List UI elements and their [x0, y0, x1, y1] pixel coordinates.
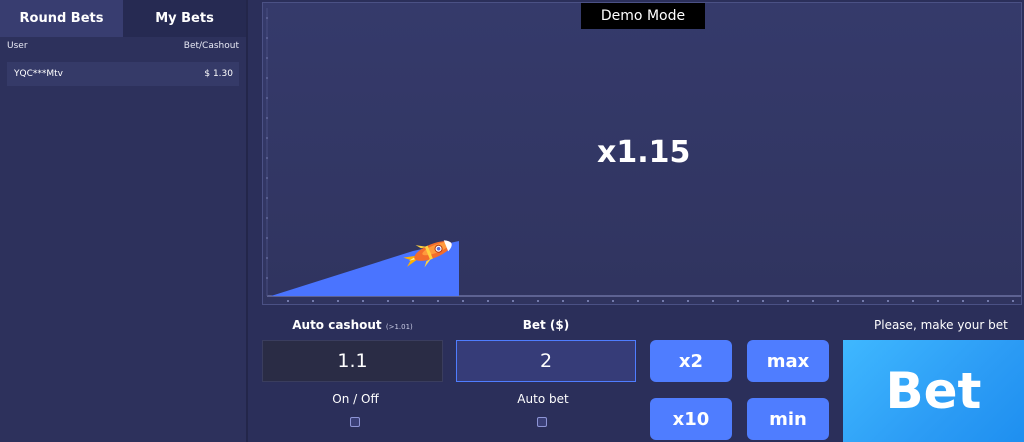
on-off-label: On / Off	[332, 392, 379, 406]
tab-round-bets[interactable]: Round Bets	[0, 0, 123, 37]
bet-row-user: YQC***Mtv	[14, 69, 63, 79]
min-bet-button[interactable]: min	[747, 398, 829, 440]
x10-bet-button[interactable]: x10	[650, 398, 732, 440]
column-bet-cashout: Bet/Cashout	[183, 41, 239, 51]
auto-cashout-hint: (>1.01)	[385, 323, 413, 331]
bets-list-header: User Bet/Cashout	[0, 37, 246, 55]
bet-row-amount: $ 1.30	[204, 69, 233, 79]
auto-cashout-toggle-checkbox[interactable]	[350, 417, 360, 427]
tab-my-bets[interactable]: My Bets	[123, 0, 246, 37]
current-multiplier: x1.15	[597, 135, 691, 170]
place-bet-button[interactable]: Bet	[843, 340, 1024, 442]
game-area: Demo Mode x1.15	[262, 2, 1022, 305]
bets-panel: Round Bets My Bets User Bet/Cashout YQC*…	[0, 0, 248, 442]
bets-tabs: Round Bets My Bets	[0, 0, 246, 37]
auto-cashout-title: Auto cashout	[292, 318, 382, 332]
auto-cashout-label: Auto cashout (>1.01)	[262, 318, 443, 332]
auto-bet-checkbox[interactable]	[537, 417, 547, 427]
demo-mode-badge: Demo Mode	[581, 3, 705, 29]
auto-bet-label: Auto bet	[517, 392, 569, 406]
auto-cashout-input[interactable]: 1.1	[262, 340, 443, 382]
x-axis-dots	[287, 300, 1014, 302]
column-user: User	[7, 41, 28, 51]
bet-prompt: Please, make your bet	[874, 318, 1008, 332]
max-bet-button[interactable]: max	[747, 340, 829, 382]
bet-amount-input[interactable]: 2	[456, 340, 636, 382]
bet-row: YQC***Mtv $ 1.30	[7, 62, 239, 86]
double-bet-button[interactable]: x2	[650, 340, 732, 382]
bet-amount-label: Bet ($)	[522, 318, 570, 332]
